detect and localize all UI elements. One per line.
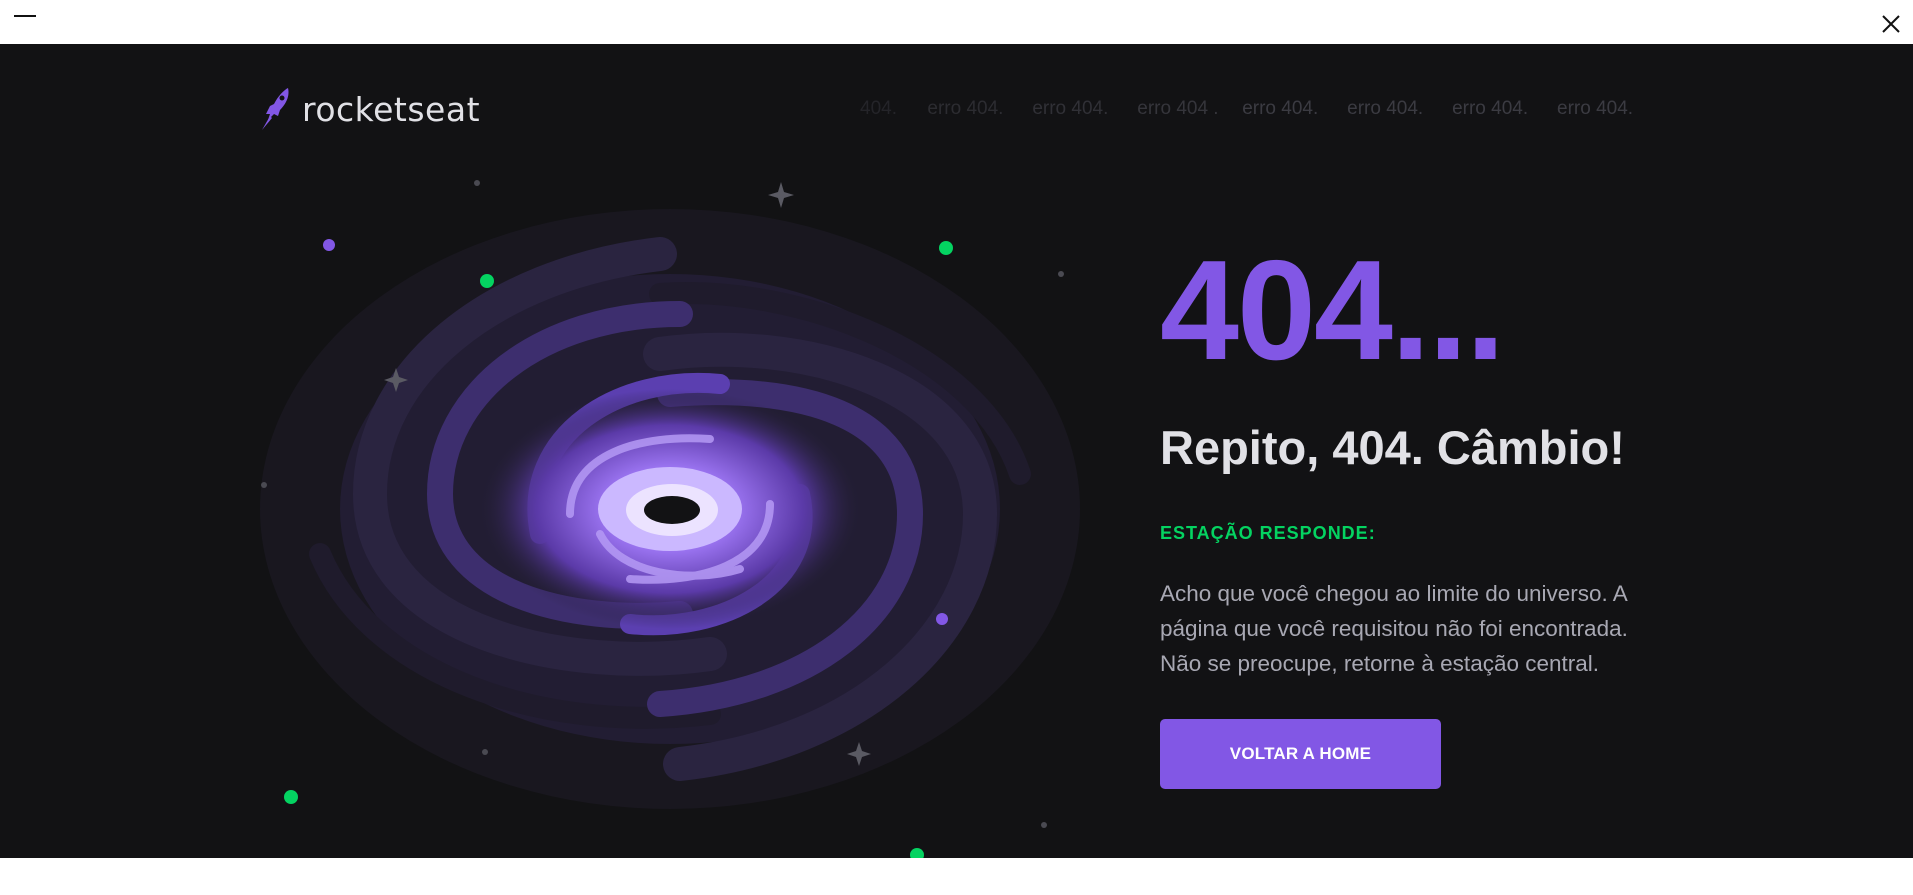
error-code: 404...: [1160, 231, 1505, 390]
marquee-item: erro 404.: [1452, 98, 1529, 119]
close-icon[interactable]: [1877, 10, 1905, 38]
window-titlebar: [0, 0, 1913, 44]
marquee-item: erro 404.: [1242, 98, 1319, 119]
back-home-button[interactable]: VOLTAR A HOME: [1160, 719, 1441, 789]
station-tag: ESTAÇÃO RESPONDE:: [1160, 523, 1376, 543]
marquee-item: erro 404 .: [1137, 98, 1219, 119]
page-content: rocketseat 404. erro 404. erro 404. erro…: [0, 44, 1913, 858]
page-bottom: [0, 858, 1913, 895]
error-message: Acho que você chegou ao limite do univer…: [1160, 581, 1628, 676]
marquee-item: erro 404.: [1347, 98, 1424, 119]
page-title: Repito, 404. Câmbio!: [1160, 421, 1625, 474]
error-content: 404... Repito, 404. Câmbio! ESTAÇÃO RESP…: [1160, 240, 1680, 789]
minimize-icon[interactable]: [8, 6, 42, 28]
galaxy-illustration: [260, 180, 1080, 858]
marquee-item: erro 404.: [1557, 98, 1634, 119]
